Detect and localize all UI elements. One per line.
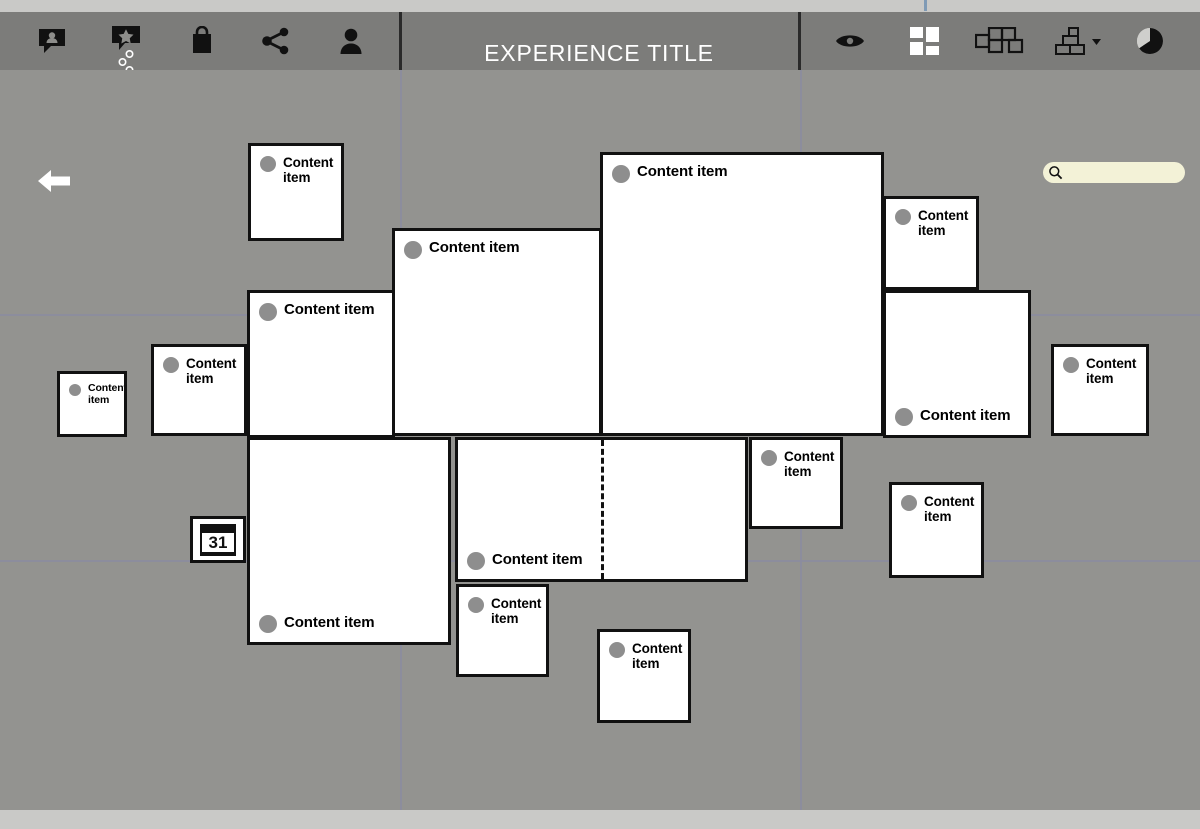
bullet-circle-icon bbox=[895, 408, 913, 426]
bullet-circle-icon bbox=[260, 156, 276, 172]
content-card[interactable]: Content item bbox=[455, 437, 748, 582]
card-label: Content item bbox=[467, 551, 737, 570]
card-label-text: Content item bbox=[637, 163, 728, 180]
bullet-circle-icon bbox=[468, 597, 484, 613]
top-toolbar: EXPERIENCE TITLE bbox=[0, 12, 1200, 74]
content-card[interactable]: Content item bbox=[1051, 344, 1149, 436]
card-label: Content item bbox=[895, 407, 1020, 426]
shopping-bag-icon[interactable] bbox=[185, 24, 219, 58]
card-label: Content item bbox=[612, 163, 873, 183]
content-card[interactable]: Content item bbox=[247, 290, 395, 438]
card-label-text: Content item bbox=[284, 301, 375, 318]
eye-icon[interactable] bbox=[832, 24, 868, 58]
comment-user-icon[interactable] bbox=[34, 24, 70, 58]
calendar-icon: 31 bbox=[200, 523, 236, 556]
grid-squares-icon[interactable] bbox=[906, 24, 944, 58]
search-icon bbox=[1048, 165, 1063, 180]
card-label-text: Content item bbox=[283, 155, 334, 186]
card-label: Content item bbox=[260, 155, 333, 185]
bullet-circle-icon bbox=[609, 642, 625, 658]
bullet-circle-icon bbox=[259, 615, 277, 633]
card-label-text: Content item bbox=[491, 596, 542, 627]
content-card[interactable]: Content item bbox=[883, 196, 979, 290]
content-card[interactable]: Content item bbox=[247, 437, 451, 645]
card-label-text: Content item bbox=[632, 641, 683, 672]
content-card[interactable]: Content item bbox=[597, 629, 691, 723]
bullet-circle-icon bbox=[612, 165, 630, 183]
content-card[interactable]: Content item bbox=[151, 344, 247, 436]
card-label: Content item bbox=[404, 239, 591, 259]
content-card[interactable]: Content item bbox=[248, 143, 344, 241]
card-label-text: Content item bbox=[492, 551, 583, 569]
card-label-text: Content item bbox=[284, 614, 375, 632]
card-label: Content item bbox=[259, 614, 440, 633]
timeline-tick-marker bbox=[924, 0, 927, 11]
chevron-down-icon bbox=[1092, 39, 1101, 45]
calendar-badge[interactable]: 31 bbox=[190, 516, 246, 563]
experience-canvas[interactable]: Content item Content item Content item Cont… bbox=[0, 70, 1200, 810]
content-card[interactable]: Content item bbox=[600, 152, 884, 436]
content-card[interactable]: Content item bbox=[889, 482, 984, 578]
window-bottom-strip bbox=[0, 810, 1200, 829]
bullet-circle-icon bbox=[163, 357, 179, 373]
card-label: Content item bbox=[1063, 356, 1138, 386]
content-card[interactable]: Content item bbox=[456, 584, 549, 677]
content-card[interactable]: Content item bbox=[392, 228, 602, 436]
card-label: Content item bbox=[163, 356, 236, 386]
card-label: Content item bbox=[761, 449, 835, 480]
search-bar[interactable] bbox=[1043, 162, 1185, 183]
bullet-circle-icon bbox=[259, 303, 277, 321]
card-label: Content item bbox=[69, 382, 124, 407]
share-icon[interactable] bbox=[258, 24, 294, 58]
content-card[interactable]: Content item bbox=[749, 437, 843, 529]
card-label-text: Content item bbox=[918, 208, 969, 239]
card-label: Content item bbox=[901, 494, 975, 525]
pie-chart-icon[interactable] bbox=[1132, 24, 1168, 58]
back-arrow-icon[interactable] bbox=[36, 165, 72, 197]
stacked-blocks-icon[interactable] bbox=[1052, 24, 1108, 58]
card-label-text: Content item bbox=[920, 407, 1011, 425]
card-label-text: Content item bbox=[784, 449, 835, 480]
bullet-circle-icon bbox=[895, 209, 911, 225]
card-label: Content item bbox=[468, 596, 542, 627]
card-label: Content item bbox=[609, 641, 683, 672]
calendar-day-number: 31 bbox=[209, 533, 228, 552]
bullet-circle-icon bbox=[761, 450, 777, 466]
bullet-circle-icon bbox=[467, 552, 485, 570]
person-icon[interactable] bbox=[334, 24, 368, 58]
puzzle-outline-icon[interactable] bbox=[974, 24, 1026, 58]
card-label-text: Content item bbox=[1086, 356, 1137, 387]
toolbar-divider-right bbox=[798, 12, 801, 70]
comment-star-icon[interactable] bbox=[108, 24, 148, 74]
window-top-strip bbox=[0, 0, 1200, 12]
card-label-text: Content item bbox=[429, 239, 520, 256]
content-card[interactable]: Content item bbox=[883, 290, 1031, 438]
search-input[interactable] bbox=[1063, 166, 1171, 179]
card-label-text: Content item bbox=[924, 494, 975, 525]
bullet-circle-icon bbox=[404, 241, 422, 259]
content-card[interactable]: Content item bbox=[57, 371, 127, 437]
card-label: Content item bbox=[895, 208, 968, 238]
bullet-circle-icon bbox=[1063, 357, 1079, 373]
card-label-text: Content item bbox=[186, 356, 237, 387]
bullet-circle-icon bbox=[69, 384, 81, 396]
card-label-text: Content item bbox=[88, 382, 127, 406]
bullet-circle-icon bbox=[901, 495, 917, 511]
card-label: Content item bbox=[259, 301, 384, 321]
